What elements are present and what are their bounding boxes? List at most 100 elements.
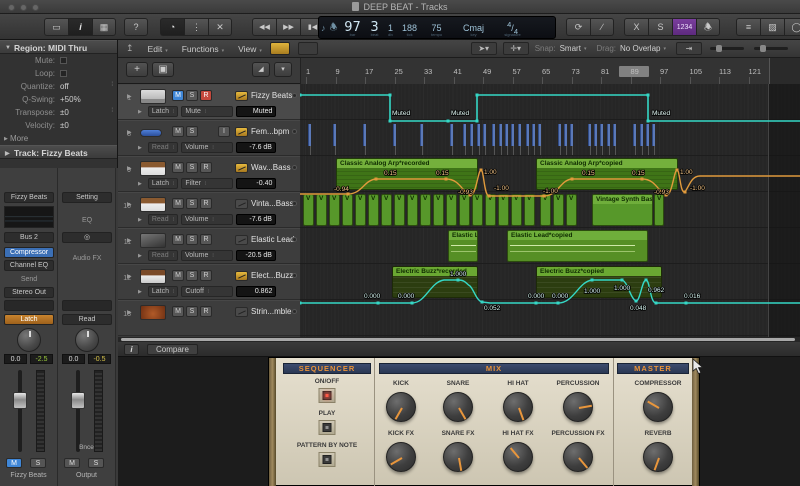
pointer-tool-menu[interactable]: ➤▾: [470, 42, 497, 55]
help-button[interactable]: ?: [124, 18, 148, 36]
automation-param-select[interactable]: Cutoff ⁞: [181, 286, 234, 297]
peak-value[interactable]: -2.5: [30, 354, 53, 364]
percussion-knob[interactable]: [563, 392, 593, 422]
tuner-button[interactable]: ⋮: [184, 18, 208, 36]
channel-eq-slot[interactable]: Channel EQ: [4, 260, 54, 271]
solo-button[interactable]: S: [186, 162, 198, 173]
mute-button[interactable]: M: [172, 234, 184, 245]
solo-button[interactable]: S: [186, 90, 198, 101]
forward-button[interactable]: ▶▶: [276, 18, 300, 36]
setting-button[interactable]: Setting: [62, 192, 112, 203]
automation-node[interactable]: [654, 301, 658, 305]
track-on-icon[interactable]: [292, 93, 297, 98]
position-div[interactable]: 1: [384, 23, 398, 33]
automation-node[interactable]: [479, 168, 483, 172]
track-header-1[interactable]: 1 ▶ M S R Fizzy Beats ▶ Latch ⁞ Mute ⁞ Muted: [118, 84, 300, 120]
automation-mode-button[interactable]: Read: [62, 314, 112, 325]
lane-triangle-icon[interactable]: ▶: [138, 289, 142, 295]
automation-node[interactable]: [475, 93, 479, 97]
track-on-icon[interactable]: [292, 165, 297, 170]
drag-value[interactable]: No Overlap: [620, 44, 660, 53]
automation-node[interactable]: [480, 300, 484, 304]
hi-hat-fx-knob[interactable]: [503, 442, 533, 472]
arrange-area[interactable]: V V V V V V V V V V V V V V V V V V V V V Classic Analog Arp*…: [300, 84, 800, 337]
midi-capture-button[interactable]: [297, 42, 318, 55]
cycle-button[interactable]: ⟳: [566, 18, 590, 36]
track-on-icon[interactable]: [292, 309, 297, 314]
automation-enable-icon[interactable]: [235, 271, 248, 281]
collapse-button[interactable]: ▾: [274, 62, 292, 77]
output-slot[interactable]: Stereo Out: [4, 287, 54, 298]
automation-node[interactable]: [300, 301, 302, 305]
menu-edit[interactable]: Edit ▾: [148, 44, 168, 54]
track-header-13[interactable]: 13 ▶ M S R Strin...mble: [118, 300, 300, 336]
solo-button[interactable]: S: [30, 458, 46, 468]
disclosure-triangle-icon[interactable]: ▶: [127, 237, 132, 244]
count-in-button[interactable]: ✕: [208, 18, 232, 36]
solo-button[interactable]: S: [186, 198, 198, 209]
autopunch-button[interactable]: ∕: [590, 18, 614, 36]
peak-value[interactable]: -0.5: [88, 354, 111, 364]
pan-knob[interactable]: [75, 328, 99, 352]
eq-label[interactable]: EQ: [62, 216, 112, 227]
mute-button[interactable]: M: [6, 458, 22, 468]
volume-value[interactable]: 0.0: [62, 354, 85, 364]
lane-triangle-icon[interactable]: ▶: [138, 217, 142, 223]
solo-off-button[interactable]: X: [624, 18, 648, 36]
automation-node[interactable]: [646, 119, 650, 123]
automation-node[interactable]: [446, 119, 450, 123]
fader-cap[interactable]: [13, 392, 27, 409]
track-header-12[interactable]: 12 ▶ M S R Elect...Buzz ▶ Latch ⁞ Cutoff ⁞ 0.862: [118, 264, 300, 300]
automation-mode-button[interactable]: Latch: [4, 314, 54, 325]
volume-value[interactable]: 0.0: [4, 354, 27, 364]
eq-thumbnail[interactable]: [4, 206, 54, 228]
compare-button[interactable]: Compare: [147, 343, 198, 355]
snap-value[interactable]: Smart: [560, 44, 581, 53]
automation-node[interactable]: [410, 301, 414, 305]
tempo-value[interactable]: 75: [422, 23, 452, 33]
track-on-icon[interactable]: [292, 201, 297, 206]
pattern-by-note-button[interactable]: [318, 452, 336, 467]
automation-enable-icon[interactable]: [235, 307, 248, 317]
solo-button[interactable]: S: [186, 234, 198, 245]
lcd-display[interactable]: ♪ 🕭 97 bar 3 beat 1 div 188 tick 75 tempo Cma…: [318, 16, 556, 39]
automation-param-select[interactable]: Volume ⁞: [180, 250, 233, 261]
automation-toggle-button[interactable]: [269, 42, 290, 55]
position-tick[interactable]: 188: [398, 23, 422, 33]
automation-node[interactable]: [300, 93, 302, 97]
automation-param-select[interactable]: Mute ⁞: [181, 106, 234, 117]
automation-node[interactable]: [570, 177, 574, 181]
automation-node[interactable]: [646, 93, 650, 97]
add-track-button[interactable]: +: [126, 62, 148, 77]
mute-button[interactable]: M: [172, 198, 184, 209]
track-on-icon[interactable]: [292, 237, 297, 242]
key-value[interactable]: Cmaj: [452, 23, 496, 33]
automation-node[interactable]: [388, 93, 392, 97]
automation-view-button[interactable]: ◢: [252, 62, 270, 77]
add-track-pack-button[interactable]: ▣: [152, 62, 174, 77]
strip-name[interactable]: Fizzy Beats: [4, 192, 54, 203]
stepper-icon[interactable]: ⁞: [111, 82, 113, 88]
on-off-button[interactable]: [318, 388, 336, 403]
mute-button[interactable]: M: [172, 306, 184, 317]
param-value[interactable]: off: [60, 82, 69, 91]
param-checkbox[interactable]: [60, 70, 67, 77]
library-button[interactable]: ▭: [44, 18, 68, 36]
automation-node[interactable]: [388, 119, 392, 123]
record-enable-button[interactable]: R: [200, 270, 212, 281]
automation-node[interactable]: [475, 119, 479, 123]
quick-help-toggle-button[interactable]: ▦: [92, 18, 116, 36]
solo-button[interactable]: S: [186, 126, 198, 137]
param-value[interactable]: ±0: [60, 121, 69, 130]
param-value[interactable]: +50%: [60, 95, 81, 104]
automation-enable-icon[interactable]: [235, 163, 248, 173]
empty-slot[interactable]: [62, 300, 112, 311]
plugin-info-button[interactable]: i: [124, 343, 139, 355]
catch-playhead-button[interactable]: ⇥: [676, 42, 702, 55]
input-monitor-button[interactable]: I: [218, 126, 230, 137]
mute-button[interactable]: M: [172, 126, 184, 137]
inspector-button[interactable]: i: [68, 18, 92, 36]
record-enable-button[interactable]: R: [200, 90, 212, 101]
percussion-fx-knob[interactable]: [563, 442, 593, 472]
kick-knob[interactable]: [386, 392, 416, 422]
